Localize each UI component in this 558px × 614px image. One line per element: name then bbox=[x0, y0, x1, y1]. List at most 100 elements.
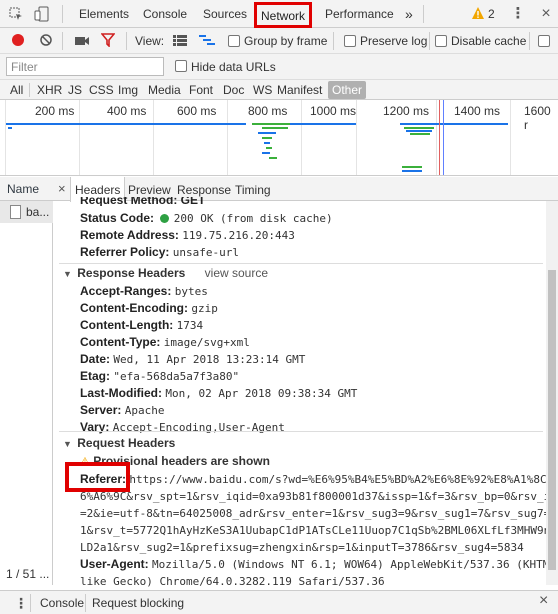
more-tabs-button[interactable]: » bbox=[405, 0, 413, 28]
request-detail-pane: × Headers Preview Response Timing Reques… bbox=[53, 177, 558, 588]
drawer-divider bbox=[85, 594, 86, 612]
timeline-gridline bbox=[356, 100, 357, 175]
type-css[interactable]: CSS bbox=[89, 80, 114, 100]
network-overview-timeline[interactable]: 200 ms 400 ms 600 ms 800 ms 1000 ms 1200… bbox=[0, 100, 558, 176]
close-devtools-icon[interactable]: × bbox=[538, 6, 554, 22]
type-all[interactable]: All bbox=[10, 80, 23, 100]
waterfall-bar bbox=[266, 147, 272, 149]
referer-highlight-box bbox=[65, 462, 130, 492]
tab-network[interactable]: Network bbox=[254, 2, 313, 28]
waterfall-bar bbox=[6, 123, 246, 125]
domcontentloaded-line bbox=[443, 100, 444, 175]
clear-icon[interactable] bbox=[40, 34, 52, 46]
disable-cache-label[interactable]: Disable cache bbox=[451, 34, 526, 48]
type-media[interactable]: Media bbox=[148, 80, 181, 100]
waterfall-bar bbox=[402, 170, 422, 172]
response-headers-title: Response Headers bbox=[77, 266, 186, 280]
timeline-gridline bbox=[227, 100, 228, 175]
type-manifest[interactable]: Manifest bbox=[277, 80, 322, 100]
drawer-divider bbox=[30, 594, 31, 612]
type-font[interactable]: Font bbox=[189, 80, 213, 100]
general-row: Remote Address: 119.75.216.20:443 bbox=[80, 227, 295, 244]
record-icon[interactable] bbox=[12, 34, 24, 46]
preserve-log-checkbox[interactable] bbox=[344, 35, 356, 47]
type-other[interactable]: Other bbox=[328, 81, 367, 99]
filter-icon[interactable] bbox=[100, 33, 116, 48]
view-label: View: bbox=[135, 34, 165, 48]
group-by-frame-label[interactable]: Group by frame bbox=[244, 34, 327, 48]
toolbar-divider bbox=[62, 5, 63, 23]
waterfall-bar bbox=[404, 127, 434, 129]
type-xhr[interactable]: XHR bbox=[37, 80, 62, 100]
warning-icon[interactable] bbox=[470, 6, 486, 22]
request-count-status: 1 / 51 ... bbox=[6, 567, 50, 581]
disable-cache-checkbox[interactable] bbox=[435, 35, 447, 47]
detail-scrollbar-thumb[interactable] bbox=[548, 270, 556, 570]
inspect-element-icon[interactable] bbox=[8, 6, 24, 22]
waterfall-bar bbox=[258, 132, 276, 134]
waterfall-bar bbox=[290, 123, 356, 125]
warning-count: 2 bbox=[488, 7, 495, 21]
device-toolbar-icon[interactable] bbox=[34, 6, 50, 22]
waterfall-bar bbox=[402, 166, 422, 168]
close-drawer-icon[interactable]: × bbox=[539, 592, 548, 610]
toolbar-divider bbox=[423, 5, 424, 23]
tab-console[interactable]: Console bbox=[143, 0, 187, 28]
waterfall-bar bbox=[252, 123, 292, 125]
name-column-header[interactable]: Name bbox=[0, 177, 53, 201]
header-row: Vary: Accept-Encoding,User-Agent bbox=[80, 420, 285, 434]
header-row: Server: Apache bbox=[80, 403, 165, 417]
timeline-tick: 1200 ms bbox=[383, 104, 430, 118]
timeline-gridline bbox=[510, 100, 511, 175]
offline-checkbox[interactable] bbox=[538, 35, 550, 47]
more-options-icon[interactable]: ⋮ bbox=[510, 6, 526, 22]
drawer-tabbar: ⋮ Console Request blocking × bbox=[0, 590, 558, 614]
header-row: Content-Type: image/svg+xml bbox=[80, 335, 250, 349]
large-rows-icon[interactable] bbox=[173, 35, 187, 46]
tab-performance[interactable]: Performance bbox=[325, 0, 394, 28]
request-name: ba... bbox=[26, 205, 50, 219]
filter-input[interactable]: Filter bbox=[6, 57, 164, 76]
header-value: 200 OK (from disk cache) bbox=[173, 212, 333, 225]
screenshot-camera-icon[interactable] bbox=[75, 35, 89, 46]
toolbar-divider bbox=[126, 32, 127, 50]
drawer-tab-console[interactable]: Console bbox=[40, 591, 84, 614]
waterfall-overview-icon[interactable] bbox=[199, 34, 215, 46]
header-value: 119.75.216.20:443 bbox=[182, 229, 295, 242]
type-divider bbox=[29, 83, 30, 97]
request-row[interactable]: ba... bbox=[0, 201, 53, 223]
drawer-menu-icon[interactable]: ⋮ bbox=[14, 595, 28, 612]
user-agent-row-continued: like Gecko) Chrome/64.0.3282.119 Safari/… bbox=[80, 575, 385, 588]
load-event-line bbox=[439, 100, 440, 175]
response-headers-section[interactable]: ▼ Response Headers view source bbox=[63, 266, 268, 280]
timeline-tick: 1600 r bbox=[524, 104, 551, 132]
type-js[interactable]: JS bbox=[68, 80, 82, 100]
preserve-log-label[interactable]: Preserve log bbox=[360, 34, 427, 48]
hide-data-urls-label[interactable]: Hide data URLs bbox=[191, 60, 276, 74]
expand-triangle-icon: ▼ bbox=[63, 439, 72, 449]
section-divider bbox=[59, 263, 543, 264]
view-source-link[interactable]: view source bbox=[205, 266, 268, 280]
header-row: Etag: "efa-568da5a7f3a80" bbox=[80, 369, 240, 383]
tab-timing[interactable]: Timing bbox=[235, 177, 271, 201]
referer-row-continued: LD2a1&rsv_sug2=1&prefixsug=zhengxin&rsp=… bbox=[80, 541, 524, 554]
general-row-cut: Request Method: GET bbox=[80, 197, 206, 206]
type-ws[interactable]: WS bbox=[253, 80, 272, 100]
drawer-tab-request-blocking[interactable]: Request blocking bbox=[92, 591, 184, 614]
type-img[interactable]: Img bbox=[118, 80, 138, 100]
request-headers-section[interactable]: ▼ Request Headers bbox=[63, 436, 175, 450]
toolbar-divider bbox=[529, 32, 530, 50]
group-by-frame-checkbox[interactable] bbox=[228, 35, 240, 47]
resource-type-filter: All XHR JS CSS Img Media Font Doc WS Man… bbox=[0, 80, 558, 100]
waterfall-bar bbox=[8, 127, 12, 129]
header-value: unsafe-url bbox=[172, 246, 239, 259]
hide-data-urls-checkbox[interactable] bbox=[175, 60, 187, 72]
type-doc[interactable]: Doc bbox=[223, 80, 244, 100]
close-detail-icon[interactable]: × bbox=[58, 177, 66, 201]
header-row: Date: Wed, 11 Apr 2018 13:23:14 GMT bbox=[80, 352, 306, 366]
tab-sources[interactable]: Sources bbox=[203, 0, 247, 28]
header-key: Referrer Policy: bbox=[80, 245, 170, 259]
timeline-tick: 600 ms bbox=[177, 104, 217, 118]
header-row: Last-Modified: Mon, 02 Apr 2018 09:38:34… bbox=[80, 386, 358, 400]
tab-elements[interactable]: Elements bbox=[79, 0, 129, 28]
